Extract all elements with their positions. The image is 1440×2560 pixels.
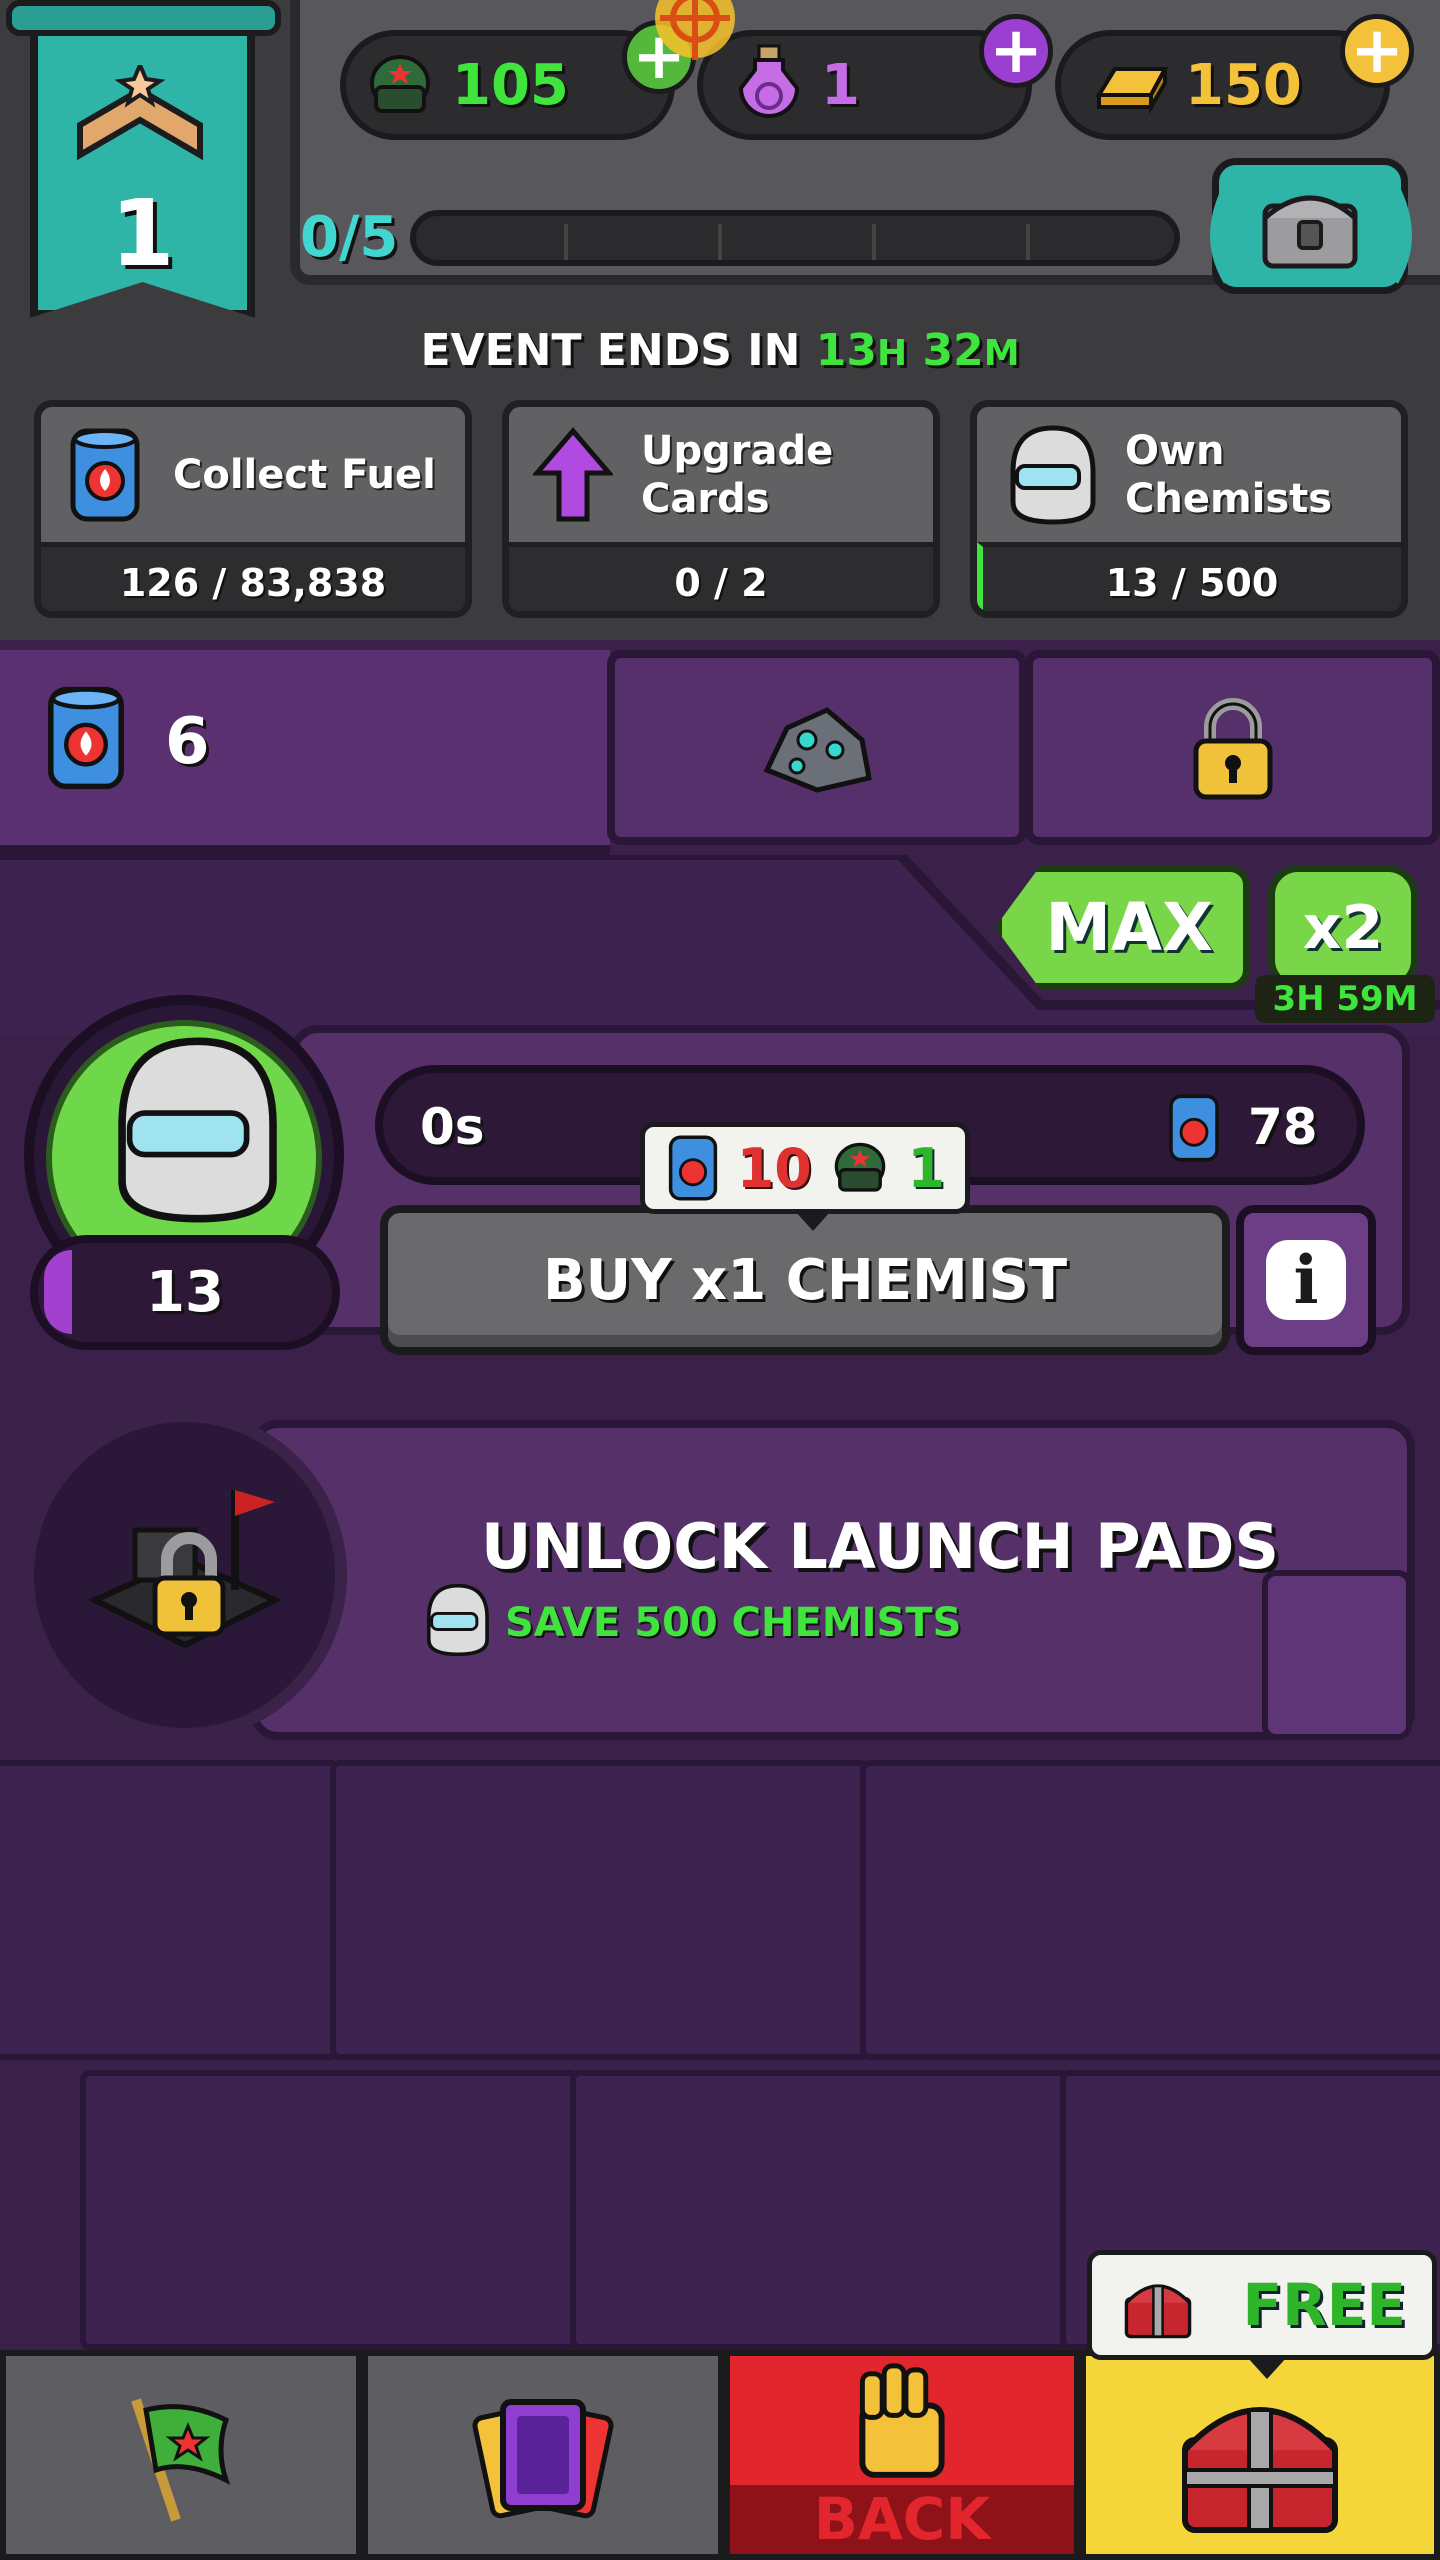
- ore-slot[interactable]: [607, 650, 1027, 845]
- task-title: Own: [1125, 427, 1225, 474]
- rank-banner-rod: [6, 0, 281, 36]
- sparkle-icon: [655, 0, 735, 60]
- cost-tooltip: 10 1: [640, 1122, 970, 1231]
- fuel-can-icon: [70, 428, 140, 521]
- rank-number: 1: [110, 180, 175, 287]
- fist-icon: [859, 2363, 945, 2478]
- x2-boost-button[interactable]: x2: [1268, 865, 1418, 990]
- wall-brick: [80, 2070, 580, 2350]
- cards-icon: [472, 2399, 614, 2519]
- free-label: FREE: [1242, 2271, 1406, 2339]
- wall-brick: [330, 1760, 870, 2060]
- task-progress: 0 / 2: [509, 542, 933, 611]
- fuel-can-icon: [668, 1135, 718, 1201]
- event-timer-prefix: EVENT ENDS IN: [420, 325, 801, 376]
- fuel-can-icon: [1169, 1094, 1219, 1162]
- nav-tab-free-chest[interactable]: [1080, 2350, 1440, 2560]
- purple-arrow-icon: [533, 426, 613, 521]
- helmet-count: 105: [452, 52, 569, 118]
- chemist-level-value: 13: [146, 1260, 224, 1325]
- chevron-rank-icon: [77, 65, 203, 161]
- info-button[interactable]: i: [1236, 1205, 1376, 1355]
- back-label: BACK: [813, 2485, 991, 2554]
- task-progress: 126 / 83,838: [41, 542, 465, 611]
- task-title: Upgrade: [641, 427, 834, 474]
- event-hours: 13: [815, 325, 877, 376]
- task-title: Chemists: [1125, 475, 1333, 522]
- production-output: 78: [1248, 1098, 1318, 1156]
- potion-count: 1: [821, 52, 860, 118]
- chemist-helmet-icon: [1010, 424, 1096, 525]
- nav-tab-missions[interactable]: [0, 2350, 362, 2560]
- wall-brick: [570, 2070, 1070, 2350]
- locked-slot[interactable]: [1025, 650, 1440, 845]
- info-icon: i: [1266, 1240, 1346, 1320]
- gold-count: 150: [1185, 52, 1302, 118]
- fuel-cost: 10: [736, 1136, 812, 1200]
- gold-bar-icon: [1095, 67, 1169, 115]
- max-button[interactable]: MAX: [995, 865, 1250, 990]
- fuel-count: 6: [165, 705, 210, 779]
- rank-progress-label: 0/5: [300, 205, 399, 270]
- launch-pads-title: UNLOCK LAUNCH PADS: [480, 1510, 1279, 1583]
- soldier-helmet-icon: [370, 55, 430, 113]
- production-time: 0s: [420, 1098, 485, 1156]
- flag-icon: [131, 2398, 231, 2522]
- launch-card-corner: [1262, 1570, 1412, 1740]
- launch-pad-icon: [87, 1490, 283, 1649]
- nav-tab-cards[interactable]: [362, 2350, 724, 2560]
- task-title: Collect Fuel: [173, 451, 436, 498]
- task-title: Cards: [641, 475, 770, 522]
- task-upgrade-cards[interactable]: Upgrade Cards 0 / 2: [502, 400, 940, 618]
- fuel-can-icon: [48, 686, 124, 790]
- rank-progress-bar: [410, 210, 1180, 266]
- wall-brick: [0, 1760, 340, 2060]
- task-progress: 13 / 500: [977, 542, 1401, 611]
- nav-tab-back[interactable]: BACK: [724, 2350, 1080, 2560]
- free-chest-tooltip[interactable]: FREE: [1087, 2250, 1437, 2379]
- chemist-level-fill: [44, 1250, 72, 1334]
- event-minutes: 32: [922, 325, 984, 376]
- task-collect-fuel[interactable]: Collect Fuel 126 / 83,838: [34, 400, 472, 618]
- wall-brick: [860, 1760, 1440, 2060]
- task-own-chemists[interactable]: Own Chemists 13 / 500: [970, 400, 1408, 618]
- chemist-helmet-icon: [118, 1037, 277, 1223]
- laurel-icon: [1210, 166, 1412, 284]
- soldier-helmet-icon: [834, 1142, 885, 1192]
- x2-boost-timer: 3H 59M: [1255, 975, 1435, 1023]
- add-potions-button[interactable]: +: [979, 14, 1053, 88]
- chemist-helmet-icon: [426, 1583, 489, 1657]
- helmet-cost: 1: [907, 1136, 946, 1200]
- add-gold-button[interactable]: +: [1340, 14, 1414, 88]
- padlock-icon: [1193, 697, 1272, 799]
- chest-icon: [1124, 2284, 1192, 2339]
- launch-pads-requirement: SAVE 500 CHEMISTS: [505, 1600, 962, 1646]
- event-timer: EVENT ENDS IN 13H 32M: [420, 325, 1020, 376]
- ore-rock-icon: [763, 706, 872, 793]
- chest-icon: [1182, 2407, 1338, 2533]
- chemist-level: 13: [30, 1235, 340, 1350]
